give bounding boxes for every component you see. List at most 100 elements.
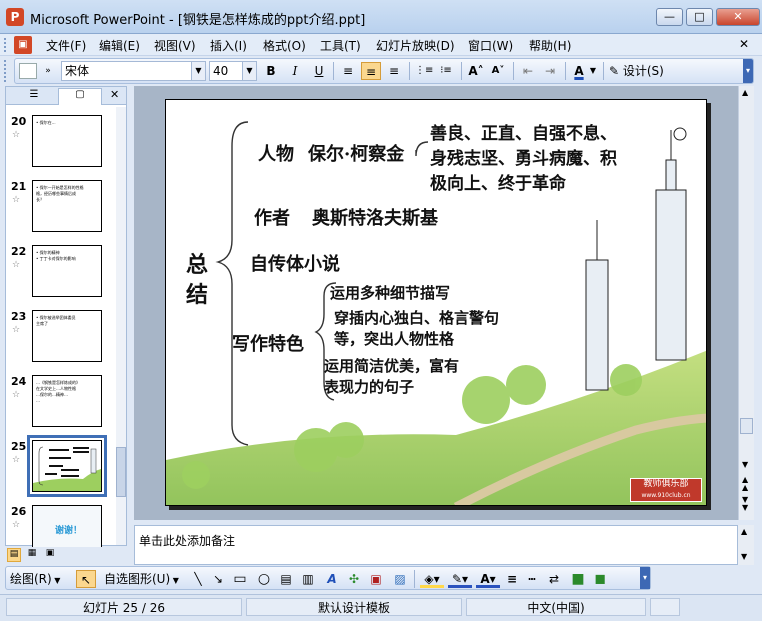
menu-view[interactable]: 视图(V) bbox=[152, 37, 198, 54]
current-slide[interactable]: 总结 人物 保尔·柯察金 善良、正直、自强不息、 身残志坚、勇斗病魔、积 极向上、终… bbox=[165, 99, 707, 506]
chevron-down-icon[interactable]: ▼ bbox=[242, 62, 256, 80]
scroll-down-icon[interactable]: ▼ bbox=[742, 460, 748, 469]
next-slide-icon[interactable]: ▼ ▼ bbox=[742, 496, 748, 512]
slide-sorter-icon[interactable]: ▦ bbox=[25, 548, 39, 562]
decrease-indent-icon[interactable]: ⇤ bbox=[519, 62, 537, 80]
toolbar-grip[interactable] bbox=[4, 60, 12, 82]
style-item: 穿插内心独白、格言警句 等，突出人物性格 bbox=[334, 309, 500, 348]
slide-thumbnail[interactable] bbox=[27, 435, 107, 497]
slideshow-view-icon[interactable]: ▣ bbox=[43, 548, 57, 562]
3d-style-icon[interactable]: ◼ bbox=[592, 570, 608, 588]
window-title: Microsoft PowerPoint - [钢铁是怎样炼成的ppt介绍.pp… bbox=[30, 13, 366, 28]
thumbnail-list[interactable]: 20 ☆ • 保尔在… 21 ☆ • 保尔一开始是怎样的性格 格，经历哪些事情后成 长？ 2… bbox=[6, 107, 116, 547]
menu-format[interactable]: 格式(O) bbox=[261, 37, 308, 54]
fill-color-icon[interactable]: ◈▾ bbox=[420, 570, 444, 588]
scrollbar-thumb[interactable] bbox=[740, 418, 753, 434]
chevron-down-icon[interactable]: ▼ bbox=[589, 62, 597, 80]
slide-number: 20 bbox=[11, 115, 27, 128]
line-style-icon[interactable]: ≡ bbox=[504, 570, 520, 588]
document-icon[interactable]: ▣ bbox=[14, 36, 32, 54]
textbox-icon[interactable]: ▤ bbox=[278, 570, 294, 588]
powerpoint-app-icon[interactable]: P bbox=[6, 8, 24, 26]
thumbnail-text: • 保尔在… bbox=[36, 120, 56, 125]
slide-thumbnail[interactable]: • 保尔的精神 • 丁丁卡对保尔的影响 bbox=[32, 245, 102, 297]
wordart-icon[interactable]: A bbox=[324, 570, 340, 588]
dash-style-icon[interactable]: ┅ bbox=[524, 570, 540, 588]
vertical-scrollbar[interactable]: ▲ ▼ ▲ ▲ ▼ ▼ bbox=[738, 86, 754, 520]
rectangle-icon[interactable]: ▭ bbox=[232, 570, 248, 588]
thumbnail-text: 格，经历哪些事情后成 bbox=[36, 191, 76, 196]
vertical-textbox-icon[interactable]: ▥ bbox=[300, 570, 316, 588]
style-label: 写作特色 bbox=[232, 334, 304, 355]
status-design-template[interactable]: 默认设计模板 bbox=[246, 598, 462, 616]
scroll-down-icon[interactable]: ▼ bbox=[741, 552, 747, 561]
notes-pane[interactable]: 单击此处添加备注 bbox=[134, 525, 738, 565]
align-left-icon[interactable]: ≡ bbox=[339, 62, 357, 80]
animation-star-icon: ☆ bbox=[12, 195, 21, 205]
menu-insert[interactable]: 插入(I) bbox=[208, 37, 249, 54]
normal-view-icon[interactable]: ▤ bbox=[7, 548, 21, 562]
increase-font-icon[interactable]: A˄ bbox=[467, 62, 485, 80]
slide-thumbnail[interactable]: 谢谢！ bbox=[32, 505, 102, 547]
bullets-icon[interactable]: ⁝≡ bbox=[437, 62, 455, 80]
picture-icon[interactable]: ▨ bbox=[392, 570, 408, 588]
thumbnail-text: 主席了 bbox=[36, 321, 48, 326]
scrollbar-thumb[interactable] bbox=[116, 447, 126, 497]
menu-grip[interactable] bbox=[4, 38, 8, 52]
arrow-style-icon[interactable]: ⇄ bbox=[546, 570, 562, 588]
font-size-select[interactable]: 40 ▼ bbox=[209, 61, 257, 81]
oval-icon[interactable]: ○ bbox=[256, 570, 272, 588]
bold-button[interactable]: B bbox=[263, 62, 279, 80]
toolbar-options-icon[interactable]: ▾ bbox=[640, 567, 650, 589]
notes-placeholder[interactable]: 单击此处添加备注 bbox=[139, 532, 235, 549]
font-color-button[interactable]: A bbox=[571, 62, 587, 80]
status-empty-pane bbox=[650, 598, 680, 616]
shadow-style-icon[interactable]: ■ bbox=[570, 570, 586, 588]
slide-thumbnail[interactable]: • 保尔被选举团体委员 主席了 bbox=[32, 310, 102, 362]
font-color-icon[interactable]: A▾ bbox=[476, 570, 500, 588]
clipart-icon[interactable]: ▣ bbox=[368, 570, 384, 588]
slides-tab-icon[interactable]: ▢ bbox=[58, 88, 102, 105]
menu-slideshow[interactable]: 幻灯片放映(D) bbox=[374, 37, 457, 54]
outline-tab-icon[interactable]: ☰ bbox=[12, 89, 56, 103]
slide-thumbnail[interactable]: • 保尔在… bbox=[32, 115, 102, 167]
menu-edit[interactable]: 编辑(E) bbox=[97, 37, 142, 54]
menu-tools[interactable]: 工具(T) bbox=[318, 37, 363, 54]
thumbnail-text: • 保尔被选举团体委员 bbox=[36, 315, 76, 320]
align-right-icon[interactable]: ≡ bbox=[385, 62, 403, 80]
menu-file[interactable]: 文件(F) bbox=[44, 37, 88, 54]
arrow-icon[interactable]: ↘ bbox=[210, 570, 226, 588]
toolbar-options-icon[interactable]: ▾ bbox=[743, 59, 753, 83]
chevron-down-icon[interactable]: ▼ bbox=[191, 62, 205, 80]
increase-indent-icon[interactable]: ⇥ bbox=[541, 62, 559, 80]
previous-slide-icon[interactable]: ▲ ▲ bbox=[742, 476, 748, 492]
scroll-up-icon[interactable]: ▲ bbox=[741, 527, 747, 536]
close-button[interactable]: ✕ bbox=[716, 8, 760, 26]
menu-window[interactable]: 窗口(W) bbox=[466, 37, 515, 54]
maximize-button[interactable]: □ bbox=[686, 8, 713, 26]
design-button[interactable]: ✎ 设计(S) bbox=[609, 62, 671, 80]
slide-number: 24 bbox=[11, 375, 27, 388]
line-color-icon[interactable]: ✎▾ bbox=[448, 570, 472, 588]
underline-button[interactable]: U bbox=[311, 62, 327, 80]
menu-help[interactable]: 帮助(H) bbox=[527, 37, 573, 54]
new-document-icon[interactable] bbox=[19, 63, 37, 79]
numbering-icon[interactable]: ⋮≡ bbox=[415, 62, 433, 80]
font-name-select[interactable]: 宋体 ▼ bbox=[61, 61, 206, 81]
italic-button[interactable]: I bbox=[287, 62, 303, 80]
slide-thumbnail[interactable]: …《钢铁是怎样炼成的》 在文学史上…人物性格 …保尔的…精神…… bbox=[32, 375, 102, 427]
toolbar-options-icon[interactable]: » bbox=[43, 62, 53, 80]
select-pointer-icon[interactable]: ↖ bbox=[76, 570, 96, 588]
align-center-icon[interactable]: ≡ bbox=[361, 62, 381, 80]
minimize-button[interactable]: — bbox=[656, 8, 683, 26]
close-pane-icon[interactable]: ✕ bbox=[110, 88, 119, 101]
decrease-font-icon[interactable]: A˅ bbox=[489, 62, 507, 80]
menu-close-doc-button[interactable]: ✕ bbox=[737, 37, 751, 51]
line-icon[interactable]: ╲ bbox=[190, 570, 206, 588]
diagram-icon[interactable]: ✣ bbox=[346, 570, 362, 588]
draw-menu-button[interactable]: 绘图(R) ▼ bbox=[10, 570, 72, 588]
notes-scrollbar[interactable]: ▲ ▼ bbox=[738, 525, 754, 565]
slide-thumbnail[interactable]: • 保尔一开始是怎样的性格 格，经历哪些事情后成 长？ bbox=[32, 180, 102, 232]
scroll-up-icon[interactable]: ▲ bbox=[742, 88, 748, 97]
autoshapes-button[interactable]: 自选图形(U) ▼ bbox=[104, 570, 188, 588]
